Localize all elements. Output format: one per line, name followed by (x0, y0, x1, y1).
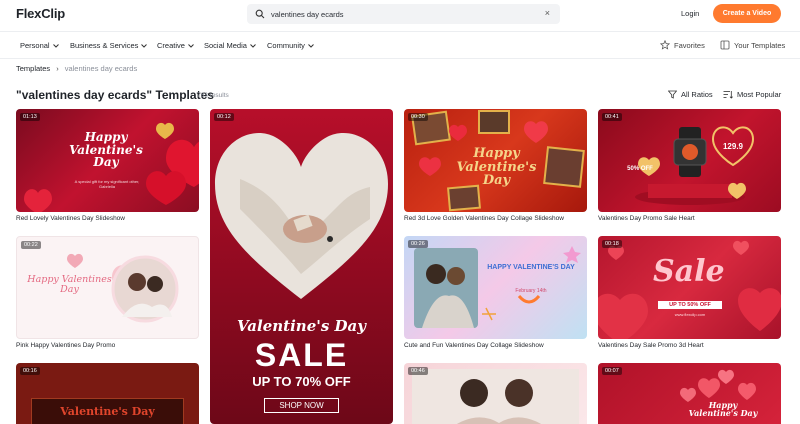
breadcrumb-current: valentines day ecards (64, 64, 138, 73)
duration-badge: 00:16 (20, 367, 40, 375)
template-card[interactable]: 00:46 (404, 363, 587, 424)
template-caption[interactable]: Valentines Day Promo Sale Heart (598, 215, 695, 222)
thumbnail-title: Sale (653, 254, 725, 289)
template-thumbnail[interactable]: Happy Valentine's Day A special gift for… (16, 109, 199, 212)
price-tag: 129.9 (722, 142, 744, 151)
template-card[interactable]: Valentine's Day 00:16 (16, 363, 199, 424)
template-thumbnail[interactable]: Sale UP TO 50% OFF www.flexclip.com 00:1… (598, 236, 781, 339)
template-thumbnail[interactable]: Valentine's Day 00:16 (16, 363, 199, 424)
nav-label: Social Media (204, 41, 247, 50)
chevron-down-icon (141, 43, 148, 48)
your-templates-link[interactable]: Your Templates (720, 40, 785, 50)
chevron-down-icon (250, 43, 256, 48)
duration-badge: 00:22 (21, 241, 41, 249)
nav-label: Community (267, 41, 305, 50)
template-caption[interactable]: Red Lovely Valentines Day Slideshow (16, 215, 125, 222)
template-caption[interactable]: Cute and Fun Valentines Day Collage Slid… (404, 342, 544, 349)
duration-badge: 00:41 (602, 113, 622, 121)
nav-label: Creative (157, 41, 185, 50)
nav-personal[interactable]: Personal (20, 41, 59, 50)
breadcrumb-templates[interactable]: Templates (16, 64, 50, 73)
favorites-label: Favorites (674, 40, 705, 50)
thumbnail-title: HAPPY VALENTINE'S DAY (487, 264, 575, 271)
your-templates-label: Your Templates (734, 40, 786, 50)
discount-text: UP TO 70% OFF (252, 374, 351, 389)
chevron-down-icon (188, 43, 194, 48)
thumbnail-subtitle: A special gift for my significant other,… (74, 179, 140, 189)
nav-community[interactable]: Community (267, 41, 314, 50)
top-bar: FlexClip valentines day ecards × Login C… (0, 0, 800, 30)
search-bar[interactable]: valentines day ecards × (247, 4, 560, 24)
off-badge: 50% OFF (627, 166, 653, 172)
duration-badge: 00:46 (408, 367, 428, 375)
sort-label: Most Popular (737, 90, 782, 99)
sort-icon (723, 91, 733, 99)
search-icon (255, 9, 265, 19)
duration-badge: 01:13 (20, 113, 40, 121)
thumbnail-title: Happy Valentines Day (27, 274, 112, 295)
template-thumbnail[interactable]: 00:46 (404, 363, 587, 424)
template-thumbnail[interactable]: Valentine's Day SALE UP TO 70% OFF SHOP … (210, 109, 393, 424)
sale-heading: SALE (254, 337, 349, 373)
template-thumbnail[interactable]: Happy Valentines Day 00:22 (16, 236, 199, 339)
thumbnail-title: Happy Valentine's Day (456, 146, 537, 189)
template-card[interactable]: Happy Valentines Day 00:22 Pink Happy Va… (16, 236, 199, 354)
login-link[interactable]: Login (681, 9, 699, 18)
nav-label: Personal (20, 41, 50, 50)
chevron-down-icon (308, 43, 314, 48)
discount-text: UP TO 50% OFF (658, 301, 722, 309)
template-caption[interactable]: Valentines Day Sale Promo 3d Heart (598, 342, 704, 349)
category-nav: Personal Business & Services Creative So… (0, 31, 800, 59)
template-card[interactable]: Valentine's Day SALE UP TO 70% OFF SHOP … (210, 109, 393, 424)
result-count: 763 results (197, 92, 229, 99)
chevron-right-icon: › (56, 64, 59, 73)
template-caption[interactable]: Red 3d Love Golden Valentines Day Collag… (404, 215, 564, 222)
create-video-button[interactable]: Create a Video (713, 4, 781, 23)
watch-icon (635, 126, 755, 205)
thumbnail-title: Happy Valentine's Day (69, 130, 143, 170)
nav-business[interactable]: Business & Services (70, 41, 148, 50)
url-text: www.flexclip.com (674, 312, 706, 317)
breadcrumb: Templates › valentines day ecards (16, 64, 137, 73)
nav-social-media[interactable]: Social Media (204, 41, 256, 50)
couple-photo-icon (412, 369, 579, 424)
nav-label: Business & Services (70, 41, 139, 50)
search-input[interactable]: valentines day ecards (271, 10, 344, 19)
ratio-filter-label: All Ratios (681, 90, 713, 99)
duration-badge: 00:30 (408, 113, 428, 121)
template-caption[interactable]: Pink Happy Valentines Day Promo (16, 342, 115, 349)
duration-badge: 00:12 (214, 113, 234, 121)
filter-icon (668, 90, 677, 99)
duration-badge: 00:18 (602, 240, 622, 248)
template-card[interactable]: Happy Valentine's Day 00:07 (598, 363, 781, 424)
thumbnail-date: February 14th (515, 288, 547, 294)
thumbnail-title: Happy Valentine's Day (688, 400, 758, 419)
sort-dropdown[interactable]: Most Popular (723, 90, 781, 99)
flexclip-logo[interactable]: FlexClip (16, 6, 65, 21)
duration-badge: 00:07 (602, 367, 622, 375)
template-card[interactable]: 129.9 50% OFF 00:41 Valentines Day Promo… (598, 109, 781, 227)
template-icon (720, 40, 730, 50)
clear-search-icon[interactable]: × (545, 8, 550, 18)
template-thumbnail[interactable]: HAPPY VALENTINE'S DAY February 14th 00:2… (404, 236, 587, 339)
template-thumbnail[interactable]: Happy Valentine's Day 00:07 (598, 363, 781, 424)
shop-now-label: SHOP NOW (264, 398, 339, 413)
template-card[interactable]: Happy Valentine's Day A special gift for… (16, 109, 199, 227)
chevron-down-icon (52, 43, 59, 48)
page-title: "valentines day ecards" Templates (16, 88, 214, 102)
thumbnail-title: Valentine's Day (237, 317, 366, 335)
logo-text: FlexClip (16, 6, 65, 21)
template-card[interactable]: HAPPY VALENTINE'S DAY February 14th 00:2… (404, 236, 587, 354)
nav-creative[interactable]: Creative (157, 41, 194, 50)
template-thumbnail[interactable]: 129.9 50% OFF 00:41 (598, 109, 781, 212)
template-thumbnail[interactable]: Happy Valentine's Day 00:30 (404, 109, 587, 212)
duration-badge: 00:26 (408, 240, 428, 248)
thumbnail-title: Valentine's Day (60, 405, 155, 418)
ratio-filter[interactable]: All Ratios (668, 90, 713, 99)
favorites-link[interactable]: Favorites (660, 40, 705, 50)
template-card[interactable]: Happy Valentine's Day 00:30 Red 3d Love … (404, 109, 587, 227)
star-icon (660, 40, 670, 50)
template-card[interactable]: Sale UP TO 50% OFF www.flexclip.com 00:1… (598, 236, 781, 354)
